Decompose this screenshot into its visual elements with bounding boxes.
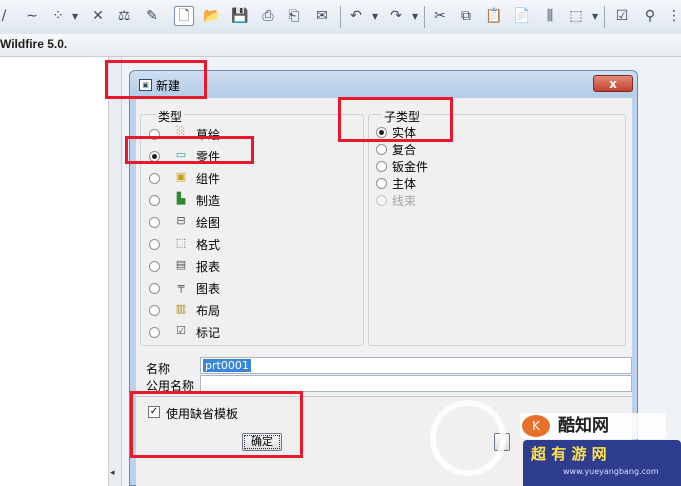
subtype-label-harness: 线束 (392, 194, 417, 208)
open-folder-icon[interactable]: 📂 (202, 6, 222, 26)
title-strip: Wildfire 5.0. (0, 34, 681, 57)
subtype-label-sheetmetal: 钣金件 (392, 160, 429, 174)
type-label-assembly: 组件 (196, 172, 221, 186)
cut-icon[interactable]: ✂ (430, 6, 450, 26)
regen-icon[interactable]: ☑ (612, 6, 632, 26)
chevron-left-icon[interactable]: ◂ (110, 468, 115, 478)
type-label-drawing: 绘图 (196, 216, 221, 230)
manufacturing-icon: ▙ (176, 192, 186, 205)
format-icon: ⬚ (175, 236, 187, 249)
toolbar-separator (340, 6, 341, 28)
trim-icon[interactable]: ✕ (88, 6, 108, 26)
radio-markup[interactable] (149, 327, 160, 338)
chevron-down-icon[interactable]: ▼ (72, 12, 78, 21)
markup-icon: ☑ (176, 324, 186, 337)
diagram-icon: ╤ (177, 280, 185, 293)
highlight-template-ok (130, 391, 303, 458)
subtype-label-bulk: 主体 (392, 177, 417, 191)
toolbar-separator (424, 6, 425, 28)
highlight-part-option (125, 136, 254, 164)
type-label-report: 报表 (196, 260, 221, 274)
drawing-icon: ⊟ (176, 214, 186, 227)
type-label-format: 格式 (196, 238, 221, 252)
datum-icon[interactable]: ⚖ (114, 6, 134, 26)
name-input[interactable]: prt0001 (200, 357, 632, 374)
name-label: 名称 (146, 362, 171, 376)
new-file-icon[interactable]: 🗋 (174, 6, 194, 26)
copy-icon[interactable]: ⧉ (456, 6, 476, 26)
radio-assembly[interactable] (149, 173, 160, 184)
send-icon[interactable]: ✉ (312, 6, 332, 26)
watermark-ring (430, 400, 506, 476)
highlight-subtype (338, 97, 453, 142)
save-icon[interactable]: 💾 (230, 6, 250, 26)
watermark-badge: 超 有 游 网 www.yueyangbang.com (523, 440, 681, 486)
radio-report[interactable] (149, 261, 160, 272)
paste-special-icon[interactable]: 📄 (512, 6, 532, 26)
radio-sheetmetal[interactable] (376, 161, 387, 172)
app-title: Wildfire 5.0. (0, 37, 68, 51)
model-tree-pane (0, 57, 108, 486)
more-icon[interactable]: ⋮ (664, 6, 681, 26)
radio-harness (376, 195, 387, 206)
radio-bulk[interactable] (376, 178, 387, 189)
type-label-manufacturing: 制造 (196, 194, 221, 208)
tree-icon[interactable]: ⚲ (640, 6, 660, 26)
select-box-icon[interactable]: ⬚ (566, 6, 586, 26)
print-icon[interactable]: ⎙ (258, 6, 278, 26)
radio-composite[interactable] (376, 144, 387, 155)
paste-icon[interactable]: 📋 (484, 6, 504, 26)
pane-splitter[interactable]: ◂ (108, 57, 122, 486)
common-name-input[interactable] (200, 375, 632, 392)
layout-icon: ▥ (175, 302, 187, 315)
curve-icon[interactable]: ∼ (22, 6, 42, 26)
points-icon[interactable]: ⁘ (48, 6, 68, 26)
align-icon[interactable]: ⫼ (540, 6, 560, 26)
chevron-down-icon[interactable]: ▼ (372, 12, 378, 21)
undo-icon[interactable]: ↶ (346, 6, 366, 26)
watermark-badge-url: www.yueyangbang.com (563, 467, 659, 476)
radio-layout[interactable] (149, 305, 160, 316)
main-toolbar: / ∼ ⁘ ▼ ✕ ⚖ ✎ 🗋 📂 💾 ⎙ ⎗ ✉ ↶ ▼ ↷ ▼ ✂ ⧉ 📋 … (0, 0, 681, 35)
close-button[interactable]: x (593, 75, 633, 92)
chevron-down-icon[interactable]: ▼ (412, 12, 418, 21)
watermark-brand-text: 酷知网 (558, 416, 609, 436)
radio-format[interactable] (149, 239, 160, 250)
slash-icon[interactable]: / (0, 6, 14, 26)
pencil-icon[interactable]: ✎ (142, 6, 162, 26)
type-label-markup: 标记 (196, 326, 221, 340)
print-preview-icon[interactable]: ⎗ (284, 6, 304, 26)
subtype-label-composite: 复合 (392, 143, 417, 157)
name-input-value: prt0001 (203, 359, 251, 372)
radio-diagram[interactable] (149, 283, 160, 294)
radio-drawing[interactable] (149, 217, 160, 228)
toolbar-separator (604, 6, 605, 28)
chevron-down-icon[interactable]: ▼ (592, 12, 598, 21)
redo-icon[interactable]: ↷ (386, 6, 406, 26)
type-label-diagram: 图表 (196, 282, 221, 296)
highlight-dialog-title (105, 60, 207, 99)
radio-manufacturing[interactable] (149, 195, 160, 206)
watermark-badge-title: 超 有 游 网 (531, 445, 607, 463)
watermark-logo-icon: K (522, 415, 550, 437)
assembly-icon: ▣ (175, 170, 187, 183)
type-label-layout: 布局 (196, 304, 221, 318)
report-icon: ▤ (175, 258, 187, 271)
type-group-label: 类型 (156, 108, 185, 125)
